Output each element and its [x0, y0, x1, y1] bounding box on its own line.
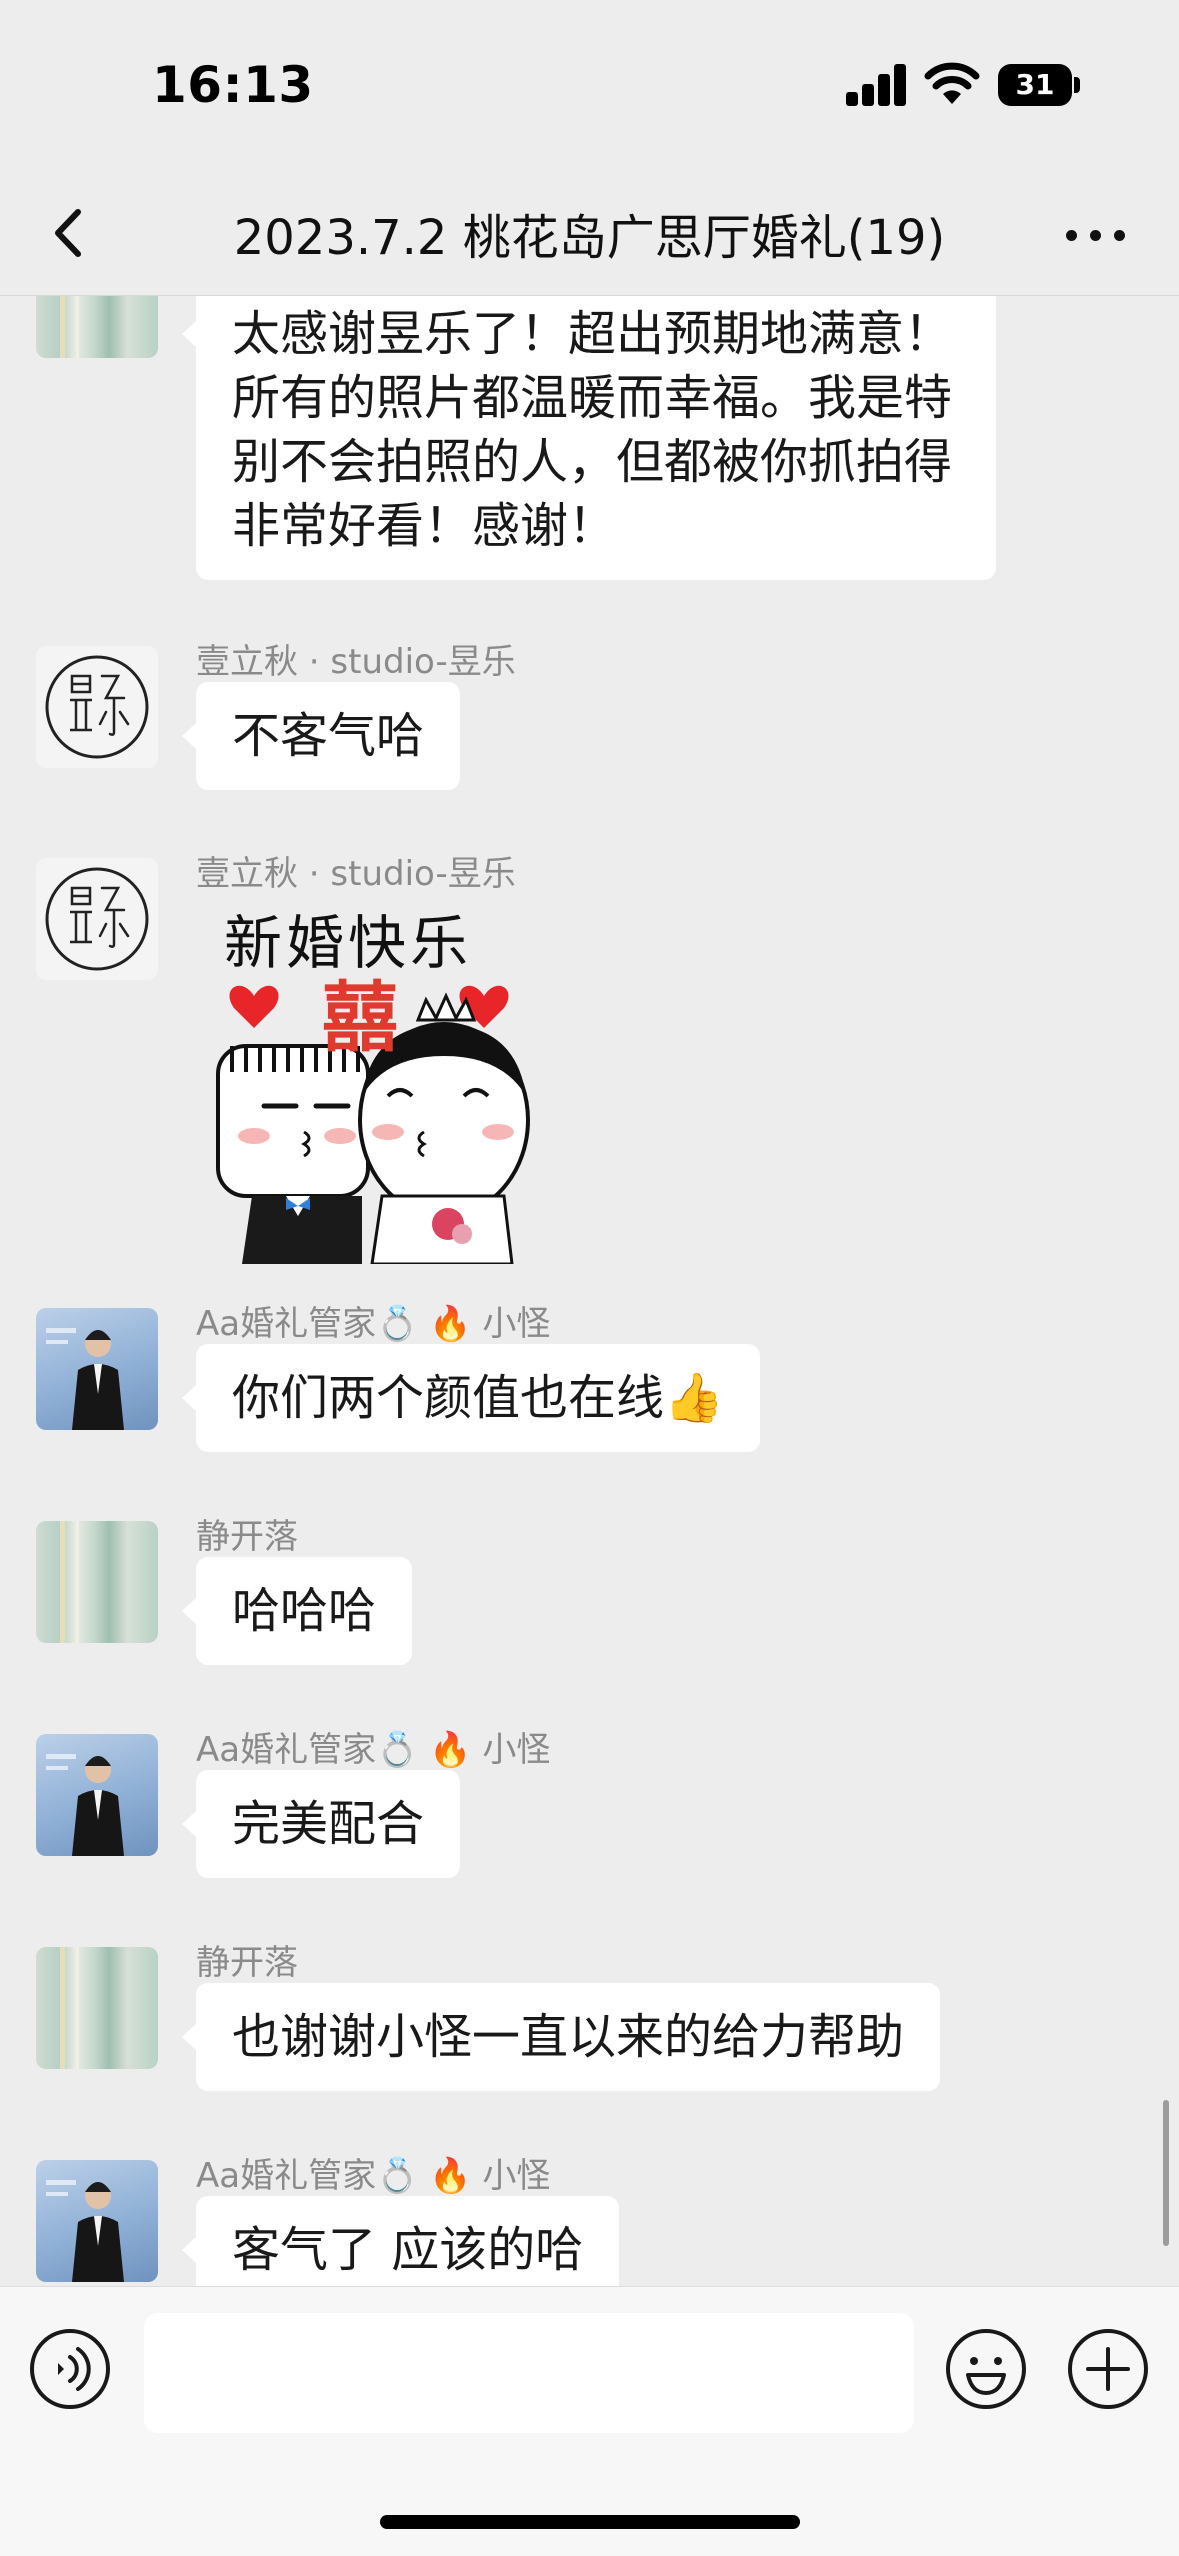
- avatar[interactable]: [36, 1308, 158, 1430]
- emoji-icon[interactable]: [944, 2327, 1028, 2411]
- sender-name: 壹立秋 · studio-昱乐: [196, 854, 516, 894]
- chat-title: 2023.7.2 桃花岛广思厅婚礼(19): [233, 210, 946, 266]
- message-bubble[interactable]: 完美配合: [181, 1770, 461, 1878]
- double-happiness-glyph: 囍: [322, 973, 398, 1062]
- avatar[interactable]: [36, 1734, 158, 1856]
- person-photo-icon: [46, 1328, 124, 1430]
- sender-name: 壹立秋 · studio-昱乐: [196, 642, 516, 682]
- studio-logo-icon: [45, 867, 149, 971]
- sender-name: 静开落: [196, 1517, 298, 1557]
- avatar[interactable]: [36, 858, 158, 980]
- back-chevron-icon[interactable]: [40, 198, 100, 268]
- avatar[interactable]: [36, 2160, 158, 2282]
- message-bubble[interactable]: 客气了 应该的哈: [181, 2196, 620, 2286]
- message-bubble[interactable]: 你们两个颜值也在线👍: [182, 1344, 760, 1452]
- avatar[interactable]: [36, 646, 158, 768]
- avatar[interactable]: [36, 1521, 158, 1643]
- message-bubble[interactable]: 不客气哈: [181, 682, 461, 790]
- nav-bar: 2023.7.2 桃花岛广思厅婚礼(19): [0, 170, 1179, 296]
- sender-name: Aa婚礼管家💍 🔥 小怪: [196, 1730, 551, 1770]
- sender-name: Aa婚礼管家💍 🔥 小怪: [196, 2156, 551, 2196]
- avatar[interactable]: [36, 296, 158, 358]
- status-time: 16:13: [152, 56, 314, 114]
- wifi-icon: [924, 62, 980, 104]
- person-photo-icon: [46, 2180, 124, 2282]
- message-bubble[interactable]: 太感谢昱乐了！超出预期地满意！所有的照片都温暖而幸福。我是特别不会拍照的人，但都…: [182, 296, 996, 580]
- message-bubble[interactable]: 哈哈哈: [181, 1557, 413, 1665]
- message-bubble[interactable]: 也谢谢小怪一直以来的给力帮助: [181, 1983, 941, 2091]
- input-bar: [0, 2286, 1179, 2556]
- plus-icon[interactable]: [1066, 2327, 1150, 2411]
- scrollbar[interactable]: [1163, 2100, 1169, 2246]
- voice-icon[interactable]: [28, 2327, 112, 2411]
- sender-name: Aa婚礼管家💍 🔥 小怪: [196, 1304, 551, 1344]
- sender-name: 静开落: [196, 1943, 298, 1983]
- heart-icon: [229, 985, 279, 1028]
- message-list[interactable]: 太感谢昱乐了！超出预期地满意！所有的照片都温暖而幸福。我是特别不会拍照的人，但都…: [0, 296, 1179, 2286]
- message-input[interactable]: [144, 2313, 914, 2433]
- studio-logo-icon: [45, 655, 149, 759]
- person-photo-icon: [46, 1754, 124, 1856]
- signal-icon: [846, 64, 908, 106]
- more-dots-icon[interactable]: [1060, 210, 1130, 260]
- status-bar: 16:13 31: [0, 0, 1179, 170]
- avatar[interactable]: [36, 1947, 158, 2069]
- wedding-sticker[interactable]: 新婚快乐 囍: [212, 896, 532, 1264]
- battery-icon: 31: [998, 64, 1080, 106]
- battery-level: 31: [998, 64, 1072, 106]
- home-indicator: [380, 2515, 800, 2529]
